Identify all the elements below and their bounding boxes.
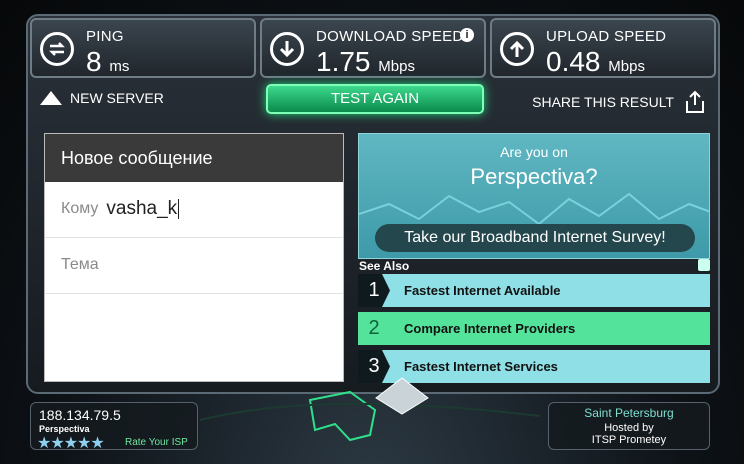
ad-link-number: 2 bbox=[358, 312, 390, 345]
ping-unit: ms bbox=[109, 58, 130, 75]
to-input[interactable]: vasha_k bbox=[106, 198, 180, 237]
ad-link-2[interactable]: 2 Compare Internet Providers bbox=[358, 312, 710, 345]
ad-link-label: Fastest Internet Available bbox=[404, 283, 561, 298]
text-caret bbox=[178, 198, 180, 219]
subject-placeholder: Тема bbox=[61, 256, 99, 273]
download-arrow-icon bbox=[270, 32, 304, 66]
rate-isp-link[interactable]: Rate Your ISP bbox=[125, 437, 188, 448]
ad-link-label: Fastest Internet Services bbox=[404, 359, 558, 374]
action-bar: NEW SERVER TEST AGAIN SHARE THIS RESULT bbox=[30, 82, 716, 118]
download-unit: Mbps bbox=[378, 58, 415, 75]
ad-link-number: 1 bbox=[358, 274, 390, 307]
upload-panel: UPLOAD SPEED 0.48 Mbps bbox=[490, 18, 716, 78]
upload-unit: Mbps bbox=[608, 58, 645, 75]
isp-survey-ad[interactable]: Are you on Perspectiva? Take our Broadba… bbox=[358, 133, 710, 259]
to-label: Кому bbox=[61, 200, 99, 217]
upload-arrow-icon bbox=[500, 32, 534, 66]
subject-field[interactable]: Тема bbox=[45, 238, 343, 294]
message-title: Новое сообщение bbox=[45, 134, 343, 182]
server-info: Saint Petersburg Hosted by ITSP Prometey bbox=[548, 402, 710, 450]
new-message-panel: Новое сообщение Кому vasha_k Тема bbox=[44, 133, 344, 382]
ping-label: PING bbox=[86, 28, 124, 45]
map-graphic bbox=[200, 390, 540, 442]
server-city: Saint Petersburg bbox=[584, 406, 674, 420]
ip-address: 188.134.79.5 bbox=[39, 407, 121, 423]
client-info: 188.134.79.5 Perspectiva ★★★★★ Rate Your… bbox=[30, 402, 198, 453]
share-result-button[interactable]: SHARE THIS RESULT bbox=[532, 90, 706, 114]
survey-button[interactable]: Take our Broadband Internet Survey! bbox=[375, 224, 695, 252]
test-again-button[interactable]: TEST AGAIN bbox=[266, 84, 484, 114]
upload-label: UPLOAD SPEED bbox=[546, 28, 667, 45]
upload-value: 0.48 Mbps bbox=[546, 46, 645, 77]
download-panel: DOWNLOAD SPEED i 1.75 Mbps bbox=[260, 18, 486, 78]
new-server-button[interactable]: NEW SERVER bbox=[40, 90, 164, 106]
ping-value: 8 ms bbox=[86, 46, 130, 77]
gauge-icon bbox=[375, 377, 429, 415]
share-icon bbox=[686, 90, 704, 113]
server-host: ITSP Prometey bbox=[591, 434, 667, 446]
adchoices-icon[interactable] bbox=[698, 259, 710, 271]
download-value: 1.75 Mbps bbox=[316, 46, 415, 77]
new-server-label: NEW SERVER bbox=[70, 90, 164, 106]
ping-panel: PING 8 ms bbox=[30, 18, 256, 78]
ad-link-label: Compare Internet Providers bbox=[404, 321, 576, 336]
ad-question: Are you on bbox=[500, 144, 568, 160]
info-icon[interactable]: i bbox=[460, 28, 474, 42]
triangle-icon bbox=[40, 91, 62, 105]
share-label: SHARE THIS RESULT bbox=[532, 94, 674, 110]
rating-stars[interactable]: ★★★★★ bbox=[37, 433, 105, 453]
ping-arrows-icon bbox=[40, 32, 74, 66]
download-label: DOWNLOAD SPEED bbox=[316, 28, 464, 45]
see-also-label: See Also bbox=[359, 259, 410, 273]
hosted-by: Hosted by ITSP Prometey bbox=[549, 422, 709, 446]
to-field[interactable]: Кому vasha_k bbox=[45, 182, 343, 238]
stats-bar: PING 8 ms DOWNLOAD SPEED i 1.75 Mbps UPL… bbox=[30, 18, 716, 78]
ad-link-1[interactable]: 1 Fastest Internet Available bbox=[358, 274, 710, 307]
